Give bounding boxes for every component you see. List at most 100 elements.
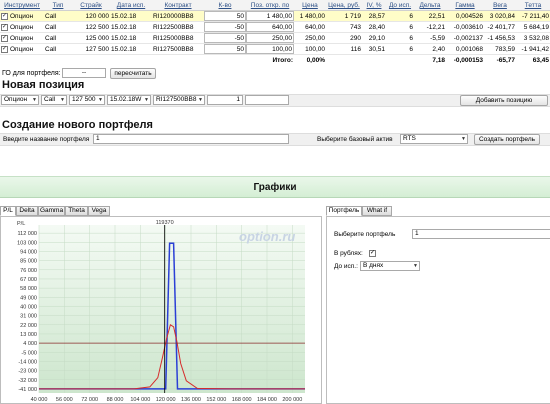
cell-iv: 28,40 (368, 24, 385, 31)
cell-price-rub: 290 (350, 35, 361, 42)
cell-qty[interactable]: 50 (204, 11, 246, 21)
y-tick-label: 31 000 (20, 314, 37, 320)
portfolio-panel: Выберите портфель 1 В рублях: ✓ До исп.:… (326, 216, 550, 404)
totals-gamma: -0,000153 (453, 57, 483, 64)
graphs-title: Графики (253, 182, 297, 193)
cell-price: 100,00 (305, 46, 325, 53)
np-date-select[interactable]: 15.02.18W ▼ (107, 95, 151, 105)
cell-instrument: Опцион (10, 24, 34, 31)
col-theta[interactable]: Тетта (516, 0, 550, 11)
cell-gamma: -0,003610 (453, 24, 483, 31)
go-value-field[interactable]: -- (62, 68, 106, 78)
y-axis-title: P/L (17, 221, 25, 227)
cell-qty[interactable]: -50 (204, 33, 246, 43)
np-contract-select[interactable]: RI127500BB8 ▼ (153, 95, 205, 105)
np-qty-field[interactable]: 1 (207, 95, 243, 105)
col-qty[interactable]: К-во (204, 0, 246, 11)
to-exp-value: В днях (363, 262, 384, 269)
col-price[interactable]: Цена (294, 0, 326, 11)
tab-gamma[interactable]: Gamma (38, 206, 65, 216)
col-vega[interactable]: Вега (484, 0, 516, 11)
cell-days: 6 (409, 24, 413, 31)
cell-vega: 3 020,84 (489, 13, 515, 20)
np-type-select[interactable]: Call ▼ (41, 95, 67, 105)
y-tick-label: -23 000 (18, 369, 37, 375)
col-delta[interactable]: Дельта (414, 0, 446, 11)
row-checkbox[interactable]: ✓ (1, 13, 8, 20)
y-tick-label: 94 000 (20, 249, 37, 255)
cell-date: 15.02.18 (111, 24, 137, 31)
col-gamma[interactable]: Гамма (446, 0, 484, 11)
cell-open[interactable]: 640,00 (246, 22, 294, 32)
chevron-down-icon: ▼ (413, 263, 418, 269)
row-checkbox[interactable]: ✓ (1, 46, 8, 53)
add-position-button[interactable]: Добавить позицию (460, 95, 548, 106)
y-tick-label: -41 000 (18, 387, 37, 393)
create-portfolio-button[interactable]: Создать портфель (474, 134, 540, 145)
portfolio-name-label: Введите название портфеля (3, 136, 90, 143)
col-type[interactable]: Тип (44, 0, 72, 11)
portfolio-field[interactable]: 1 (412, 229, 550, 239)
cell-delta: 2,40 (432, 46, 445, 53)
cell-qty[interactable]: 50 (204, 44, 246, 54)
col-date[interactable]: Дата исп. (110, 0, 152, 11)
cell-vega: 783,59 (495, 46, 515, 53)
tab-what-if[interactable]: What if (362, 206, 392, 216)
np-instrument-select[interactable]: Опцион ▼ (1, 95, 39, 105)
cell-price-rub: 116 (350, 46, 361, 53)
col-instrument[interactable]: Инструмент (0, 0, 44, 11)
cell-strike: 125 000 (85, 35, 110, 42)
tab-portfolio[interactable]: Портфель (326, 206, 362, 216)
cell-open[interactable]: 1 480,00 (246, 11, 294, 21)
col-iv[interactable]: IV, % (362, 0, 386, 11)
col-strike[interactable]: Страйк (72, 0, 110, 11)
cell-type: Call (45, 46, 57, 53)
cell-instrument: Опцион (10, 13, 34, 20)
x-tick-label: 88 000 (107, 397, 124, 403)
np-price-field[interactable] (245, 95, 289, 105)
y-tick-label: 13 000 (20, 332, 37, 338)
col-contract[interactable]: Контракт (152, 0, 204, 11)
row-checkbox[interactable]: ✓ (1, 24, 8, 31)
choose-portfolio-label: Выберите портфель (334, 231, 396, 238)
totals-row: Итого: 0,00% 7,18 -0,000153 -65,77 63,45 (0, 55, 550, 66)
cell-date: 15.02.18 (111, 46, 137, 53)
y-tick-label: 67 000 (20, 277, 37, 283)
rub-checkbox[interactable]: ✓ (369, 250, 376, 257)
cell-instrument: Опцион (10, 46, 34, 53)
col-price-rub[interactable]: Цена, руб. (326, 0, 362, 11)
to-exp-select[interactable]: В днях ▼ (360, 261, 420, 271)
cell-days: 6 (409, 46, 413, 53)
table-row[interactable]: Опцион Call 127 500 15.02.18 RI127500BB8 50 10… (0, 44, 550, 55)
tab-vega[interactable]: Vega (88, 206, 110, 216)
base-asset-value: RTS (403, 135, 416, 142)
totals-label: Итого: (272, 57, 294, 64)
tab-theta[interactable]: Theta (65, 206, 88, 216)
np-strike-select[interactable]: 127 500 ▼ (69, 95, 105, 105)
plot-area (39, 225, 305, 393)
portfolio-name-field[interactable]: 1 (93, 134, 289, 144)
cell-days: 6 (409, 13, 413, 20)
base-asset-select[interactable]: RTS ▼ (400, 134, 468, 144)
col-days[interactable]: До исп. (386, 0, 414, 11)
table-row[interactable]: Опцион Call 120 000 15.02.18 RI120000BB8 50 1 … (0, 11, 550, 22)
row-checkbox[interactable]: ✓ (1, 35, 8, 42)
table-row[interactable]: Опцион Call 125 000 15.02.18 RI125000BB8 -50 2… (0, 33, 550, 44)
tab-pl[interactable]: P/L (0, 206, 16, 216)
cell-open[interactable]: 100,00 (246, 44, 294, 54)
tab-delta[interactable]: Delta (16, 206, 38, 216)
chevron-down-icon: ▼ (144, 97, 149, 103)
cell-contract: RI120000BB8 (153, 13, 194, 20)
y-tick-label: 4 000 (23, 341, 37, 347)
table-row[interactable]: Опцион Call 122 500 15.02.18 RI122500BB8 -50 6… (0, 22, 550, 33)
cell-qty[interactable]: -50 (204, 22, 246, 32)
table-header: Инструмент Тип Страйк Дата исп. Контракт… (0, 0, 550, 11)
chart-tabs: P/L Delta Gamma Theta Vega (0, 206, 120, 216)
cell-theta: -7 211,40 (522, 13, 549, 20)
recalc-button[interactable]: пересчитать (110, 68, 156, 79)
col-open[interactable]: Поз. откр. по (246, 0, 294, 11)
y-tick-label: 103 000 (17, 240, 37, 246)
cell-open[interactable]: 250,00 (246, 33, 294, 43)
totals-pct: 0,00% (306, 57, 325, 64)
chevron-down-icon: ▼ (98, 97, 103, 103)
